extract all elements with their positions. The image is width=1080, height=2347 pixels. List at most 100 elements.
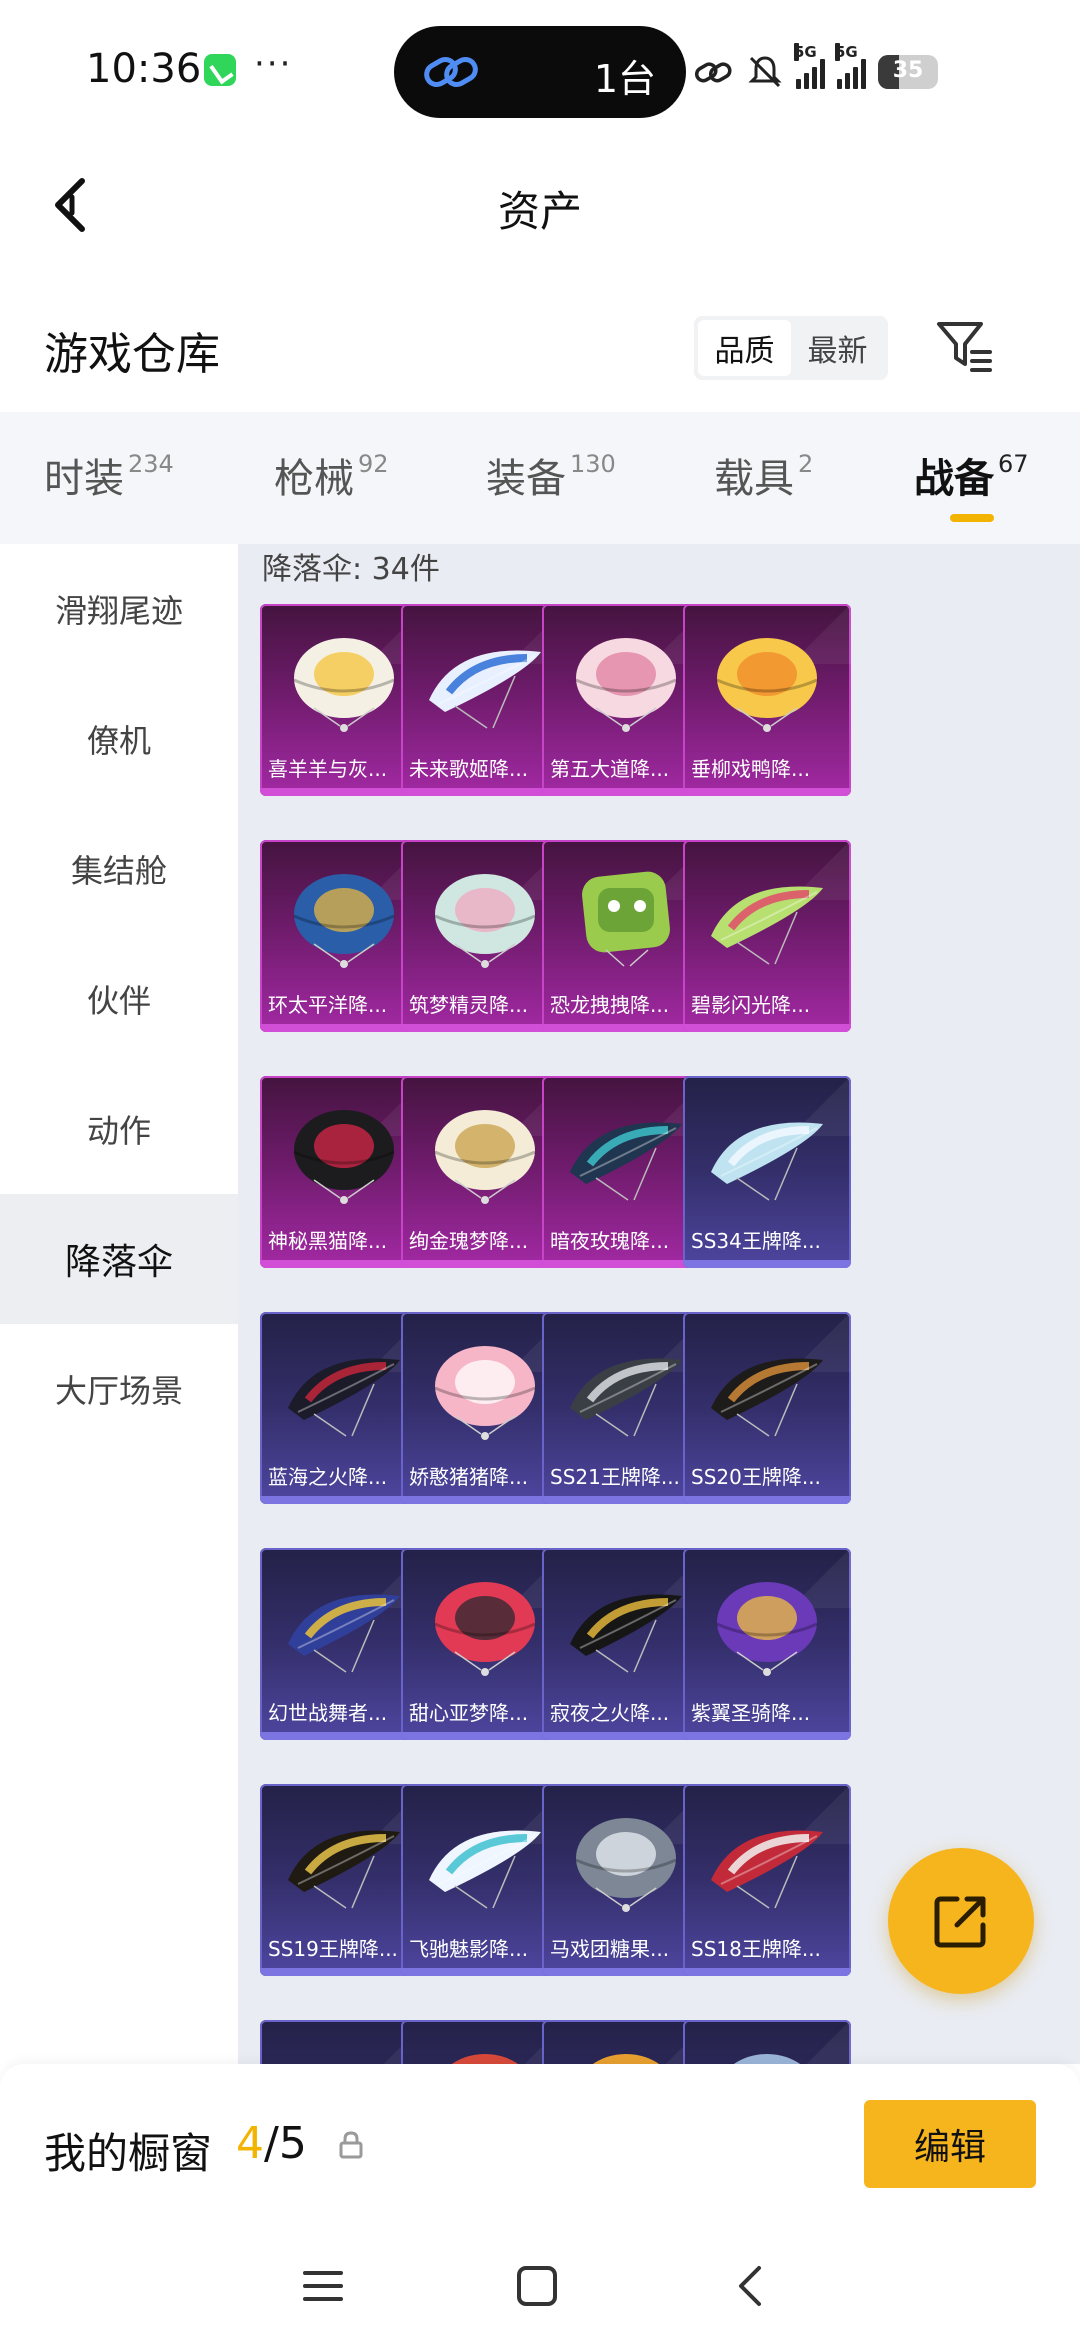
parachute-item[interactable]: SS18王牌降... — [683, 1784, 851, 1976]
parachute-name: 飞驰魅影降... — [409, 1937, 529, 1961]
showcase-count: 4/5 — [236, 2118, 307, 2169]
tab-count: 67 — [998, 450, 1029, 478]
parachute-name: 第五大道降... — [550, 757, 670, 781]
parachute-image — [575, 1818, 677, 1912]
parachute-name: SS20王牌降... — [691, 1465, 821, 1489]
parachute-image — [575, 638, 677, 732]
parachute-name: 马戏团糖果... — [550, 1937, 670, 1961]
share-external-icon — [934, 1896, 986, 1948]
tab-count: 92 — [358, 450, 389, 478]
menu-icon — [303, 2271, 343, 2301]
link-icon — [424, 57, 478, 87]
parachute-image — [434, 1110, 536, 1204]
network-type-2: 5G — [835, 43, 858, 61]
parachute-item[interactable]: 紫翼圣骑降... — [683, 1548, 851, 1740]
parachute-item[interactable] — [683, 2020, 851, 2064]
parachute-name: 娇憨猪猪降... — [409, 1465, 529, 1489]
edit-button[interactable]: 编辑 — [864, 2100, 1036, 2188]
parachute-image — [293, 1110, 395, 1204]
battery-level: 35 — [892, 58, 924, 83]
sidebar-item-emote[interactable]: 动作 — [0, 1064, 238, 1194]
parachute-image — [711, 1830, 823, 1909]
sidebar-item-companion[interactable]: 伙伴 — [0, 934, 238, 1064]
parachute-name: 紫翼圣骑降... — [691, 1701, 811, 1725]
parachute-item[interactable]: SS20王牌降... — [683, 1312, 851, 1504]
system-navbar — [0, 2234, 1080, 2347]
parachute-image — [716, 638, 818, 732]
battery-icon: 35 — [878, 55, 938, 89]
link-status-icon — [694, 62, 732, 83]
parachute-image — [711, 1122, 823, 1201]
parachute-grid: 降落伞: 34件 喜羊羊与灰... 未来歌姬降... 第五大道降... 垂柳戏鸭降..… — [238, 544, 1080, 2064]
filter-button[interactable] — [934, 316, 996, 378]
back-chevron-icon — [739, 2266, 761, 2306]
signal-icon-1: 5G — [794, 43, 825, 89]
nav-home-button[interactable] — [502, 2256, 572, 2316]
sidebar-item-assembly-pod[interactable]: 集结舱 — [0, 804, 238, 934]
parachute-name: SS34王牌降... — [691, 1229, 821, 1253]
dynamic-island[interactable]: 1台 — [394, 26, 686, 118]
parachute-name: 筑梦精灵降... — [409, 993, 529, 1017]
parachute-item[interactable]: 垂柳戏鸭降... — [683, 604, 851, 796]
tab-label: 战备 — [914, 456, 994, 502]
tab-firearms[interactable]: 枪械 92 — [274, 446, 389, 504]
sidebar-item-parachute[interactable]: 降落伞 — [0, 1194, 238, 1324]
section-title: 降落伞: 34件 — [262, 552, 440, 587]
sort-latest[interactable]: 最新 — [791, 320, 884, 376]
parachute-name: 垂柳戏鸭降... — [691, 757, 811, 781]
parachute-name: 碧影闪光降... — [691, 993, 811, 1017]
rarity-strip — [683, 1732, 851, 1740]
rarity-strip — [683, 1496, 851, 1504]
tab-label: 装备 — [486, 456, 566, 502]
tab-count: 2 — [798, 450, 814, 478]
mute-bell-icon — [748, 56, 782, 88]
category-tab-bar: 时装 234 枪械 92 装备 130 载具 2 战备 67 — [0, 412, 1080, 544]
tab-equipment[interactable]: 装备 130 — [486, 446, 616, 504]
parachute-name: 未来歌姬降... — [409, 757, 529, 781]
tab-fashion[interactable]: 时装 234 — [44, 446, 174, 504]
parachute-image — [288, 1830, 400, 1909]
parachute-image — [288, 1594, 400, 1673]
parachute-name: 绚金瑰梦降... — [409, 1229, 529, 1253]
showcase-bar: 我的橱窗 4/5 编辑 — [0, 2064, 1080, 2234]
nav-back-button[interactable] — [716, 2256, 786, 2316]
parachute-name: 幻世战舞者... — [268, 1701, 388, 1725]
parachute-image — [429, 650, 541, 729]
parachute-image — [582, 871, 670, 967]
parachute-name: 寂夜之火降... — [550, 1701, 670, 1725]
parachute-image — [570, 1594, 682, 1673]
parachute-image — [434, 1346, 536, 1440]
parachute-name: SS18王牌降... — [691, 1937, 821, 1961]
rarity-strip — [683, 788, 851, 796]
app-notification-icon — [204, 54, 236, 86]
parachute-name: 恐龙拽拽降... — [550, 993, 670, 1017]
tab-count: 130 — [570, 450, 616, 478]
tab-battle-prep[interactable]: 战备 67 — [914, 446, 1029, 504]
parachute-name: 蓝海之火降... — [268, 1465, 388, 1489]
parachute-image — [288, 1358, 400, 1437]
parachute-image — [429, 1830, 541, 1909]
page-header: 资产 — [0, 150, 1080, 260]
signal-icon-2: 5G — [835, 43, 866, 89]
sidebar-item-wingman[interactable]: 僚机 — [0, 674, 238, 804]
parachute-item[interactable]: 碧影闪光降... — [683, 840, 851, 1032]
filter-icon — [937, 322, 992, 372]
status-bar: 10:36 ··· 1台 5G 5G 35 — [0, 0, 1080, 140]
nav-menu-button[interactable] — [288, 2256, 358, 2316]
parachute-image — [711, 1358, 823, 1437]
parachute-image — [434, 1582, 536, 1676]
status-icons: 5G 5G 35 — [694, 43, 938, 100]
tab-vehicles[interactable]: 载具 2 — [714, 446, 813, 504]
more-notifications-icon: ··· — [254, 44, 293, 84]
tab-label: 枪械 — [274, 456, 354, 502]
sidebar-item-lobby-scene[interactable]: 大厅场景 — [0, 1324, 238, 1454]
parachute-name: 喜羊羊与灰... — [268, 757, 388, 781]
sort-quality[interactable]: 品质 — [698, 320, 791, 376]
parachute-image — [293, 638, 395, 732]
parachute-item[interactable]: SS34王牌降... — [683, 1076, 851, 1268]
active-tab-indicator — [950, 514, 994, 522]
sidebar-item-glide-trail[interactable]: 滑翔尾迹 — [0, 544, 238, 674]
share-button[interactable] — [888, 1848, 1034, 1994]
parachute-name: 甜心亚梦降... — [409, 1701, 529, 1725]
page-title: 资产 — [497, 187, 582, 236]
